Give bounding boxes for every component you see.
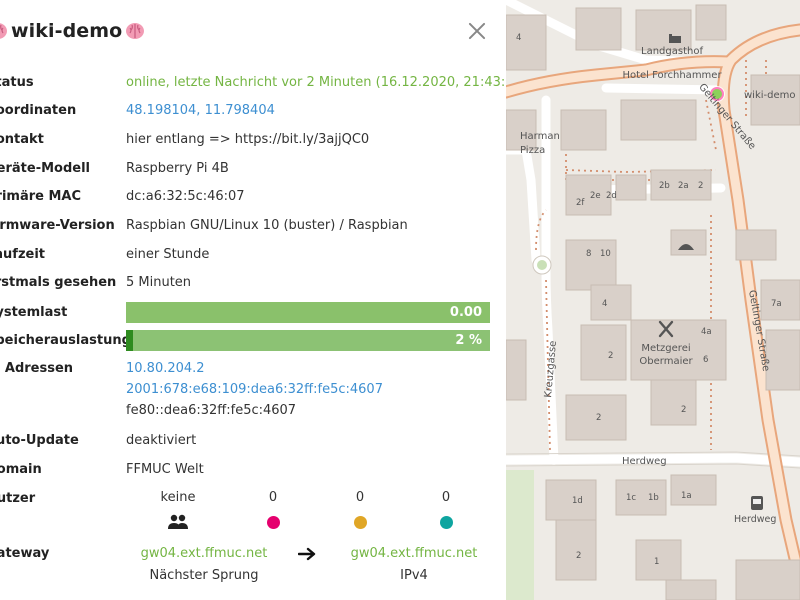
house-number: 1d <box>572 496 583 506</box>
node-title-row: wiki-demo <box>0 16 145 46</box>
firmware-value: Raspbian GNU/Linux 10 (buster) / Raspbia… <box>126 218 408 233</box>
mac-label: Primäre MAC <box>0 189 82 204</box>
clients-other-dot <box>439 516 453 529</box>
status-value: online, letzte Nachricht vor 2 Minuten (… <box>126 75 506 90</box>
clients-total-value: keine <box>160 490 196 505</box>
house-number: 2f <box>576 198 585 208</box>
brain-icon <box>0 21 8 41</box>
ip-list: 10.80.204.2 2001:678:e68:109:dea6:32ff:f… <box>126 358 496 421</box>
arrow-right-icon <box>297 547 316 561</box>
map-label: Metzgerei <box>641 343 690 354</box>
node-info-panel: wiki-demo Status online, letzte Nachrich… <box>0 0 506 600</box>
roundabout-island <box>537 260 547 270</box>
clients-24ghz: 0 <box>243 488 303 529</box>
map-label: Landgasthof <box>641 46 703 57</box>
house-number: 4 <box>602 299 607 309</box>
house-number: 1a <box>681 491 692 501</box>
contact-label: Kontakt <box>0 132 44 147</box>
clients-other-value: 0 <box>441 490 451 505</box>
uptime-label: Laufzeit <box>0 247 46 262</box>
gateway-ipv4: gw04.ext.ffmuc.net IPv4 <box>334 543 494 587</box>
gateway-next-hop-link[interactable]: gw04.ext.ffmuc.net <box>124 543 284 565</box>
house-number: 2e <box>590 191 601 201</box>
people-icon <box>167 514 189 530</box>
node-title: wiki-demo <box>11 20 123 42</box>
status-label: Status <box>0 75 34 90</box>
ip-address-link[interactable]: 10.80.204.2 <box>126 358 496 379</box>
load-bar: 0.00 <box>126 302 490 323</box>
memory-bar-value: 2 % <box>455 333 482 348</box>
ip-label: IP Adressen <box>0 361 74 376</box>
house-number: 8 <box>586 249 591 259</box>
house-number: 2 <box>681 405 686 415</box>
clients-label: Nutzer <box>0 491 36 506</box>
house-number: 2d <box>606 191 617 201</box>
house-number: 2 <box>576 551 581 561</box>
house-number: 2a <box>678 181 689 191</box>
coordinates-link[interactable]: 48.198104, 11.798404 <box>126 100 496 121</box>
house-number: 2 <box>608 351 613 361</box>
house-number: 10 <box>600 249 611 259</box>
clients-row: Nutzer keine 0 0 0 <box>0 488 506 530</box>
model-value: Raspberry Pi 4B <box>126 161 229 176</box>
house-number: 4a <box>701 327 712 337</box>
gateway-next-hop: gw04.ext.ffmuc.net Nächster Sprung <box>124 543 284 587</box>
clients-24ghz-dot <box>266 516 280 529</box>
clients-5ghz-value: 0 <box>355 490 365 505</box>
bus-stop-icon <box>751 496 763 510</box>
autoupdate-label: Auto-Update <box>0 433 79 448</box>
map-label: Harman <box>520 131 560 142</box>
house-number: 1b <box>648 493 659 503</box>
memory-bar: 2 % <box>126 330 490 351</box>
uptime-value: einer Stunde <box>126 247 210 262</box>
load-bar-value: 0.00 <box>449 305 482 320</box>
gateway-ipv4-link[interactable]: gw04.ext.ffmuc.net <box>334 543 494 565</box>
gateway-row: Gateway gw04.ext.ffmuc.net Nächster Spru… <box>0 543 506 589</box>
ip-address-text: fe80::dea6:32ff:fe5c:4607 <box>126 403 297 418</box>
domain-value: FFMUC Welt <box>126 462 204 477</box>
contact-value: hier entlang => https://bit.ly/3ajjQC0 <box>126 132 370 147</box>
first-seen-label: Erstmals gesehen <box>0 275 117 290</box>
house-number: 4 <box>516 33 521 43</box>
close-icon[interactable] <box>466 20 488 42</box>
clients-24ghz-value: 0 <box>268 490 278 505</box>
house-number: 1c <box>626 493 636 503</box>
house-number: 2 <box>698 181 703 191</box>
memory-label: Speicherauslastung <box>0 333 131 348</box>
brain-icon <box>125 21 145 41</box>
clients-other: 0 <box>416 488 476 529</box>
domain-label: Domain <box>0 462 42 477</box>
map-label: Herdweg <box>734 514 776 525</box>
ip-address-link[interactable]: 2001:678:e68:109:dea6:32ff:fe5c:4607 <box>126 379 496 400</box>
coordinates-label: Koordinaten <box>0 103 77 118</box>
map-label: Hotel Forchhammer <box>622 70 722 81</box>
map-label: Pizza <box>520 145 545 156</box>
memory-bar-fill <box>126 330 134 351</box>
house-number: 2 <box>596 413 601 423</box>
house-number: 7a <box>771 299 782 309</box>
first-seen-value: 5 Minuten <box>126 275 192 290</box>
house-number: 6 <box>703 355 708 365</box>
load-label: Systemlast <box>0 305 68 320</box>
clients-total: keine <box>148 488 208 530</box>
map-label: Obermaier <box>639 356 693 367</box>
clients-5ghz-dot <box>353 516 367 529</box>
gateway-ipv4-caption: IPv4 <box>400 568 428 583</box>
model-label: Geräte-Modell <box>0 161 90 176</box>
clients-5ghz: 0 <box>330 488 390 529</box>
map-label: Herdweg <box>622 456 667 467</box>
autoupdate-value: deaktiviert <box>126 433 197 448</box>
gateway-label: Gateway <box>0 546 50 561</box>
map-view[interactable]: Landgasthof Hotel Forchhammer wiki-demo … <box>506 0 800 600</box>
house-number: 2b <box>659 181 670 191</box>
house-number: 1 <box>654 557 659 567</box>
gateway-next-hop-caption: Nächster Sprung <box>149 568 259 583</box>
map-canvas[interactable]: Landgasthof Hotel Forchhammer wiki-demo … <box>506 0 800 600</box>
mac-value: dc:a6:32:5c:46:07 <box>126 189 245 204</box>
map-label: wiki-demo <box>744 90 796 101</box>
firmware-label: Firmware-Version <box>0 218 115 233</box>
